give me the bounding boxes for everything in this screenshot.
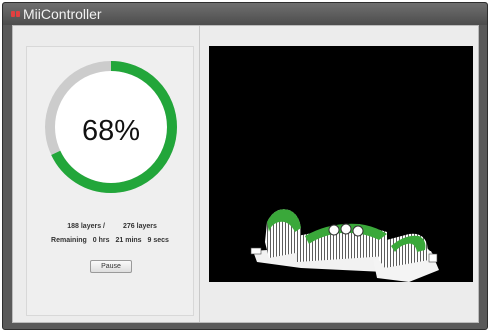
pause-button[interactable]: Pause [90,260,132,273]
print-model-preview [250,209,439,282]
title-bar[interactable]: MiiController [3,3,487,25]
progress-ring: 68% [45,61,177,193]
layers-status: 188 layers / 276 layers [27,223,193,235]
print-preview-viewport[interactable] [209,46,473,282]
remaining-secs: 9 secs [147,237,169,244]
progress-panel: 68% 188 layers / 276 layers Remaining 0 … [26,46,194,316]
remaining-mins: 21 mins [115,237,142,244]
print-model [250,209,439,282]
remaining-time: Remaining 0 hrs 21 mins 9 secs [27,237,193,249]
app-icon [11,11,20,17]
window-title: MiiController [23,6,102,22]
main-content: 68% 188 layers / 276 layers Remaining 0 … [12,25,479,323]
app-window: MiiController 68% 188 layers / 276 layer… [2,2,488,330]
panel-divider[interactable] [199,26,200,322]
progress-percent-label: 68% [82,115,140,147]
layers-done: 188 layers / [67,223,105,230]
remaining-hours: 0 hrs [92,237,110,244]
remaining-label: Remaining [51,237,87,244]
layers-total: 276 layers [123,223,157,230]
